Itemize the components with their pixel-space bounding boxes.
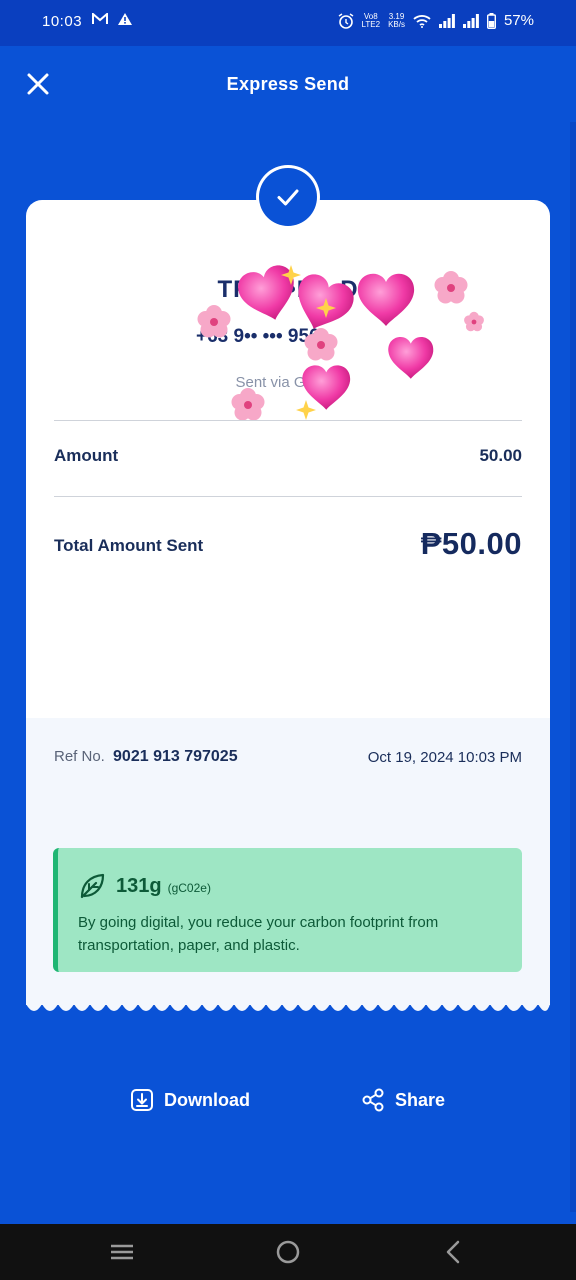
battery-icon [486,12,496,29]
total-label: Total Amount Sent [54,536,204,555]
volte-indicator: Vo8 LTE2 [361,11,381,29]
network-speed: 3.19 KB/s [388,11,405,29]
recent-apps-icon[interactable] [108,1238,136,1266]
download-label: Download [164,1089,250,1110]
signal-icon-1 [438,13,455,28]
app-header: Express Send [0,46,576,122]
divider [54,420,522,421]
share-icon [362,1088,384,1112]
system-nav-bar [0,1224,576,1280]
signal-icon-2 [462,13,479,28]
warning-icon [118,13,132,25]
eco-message: By going digital, you reduce your carbon… [78,914,439,954]
carbon-unit: (gC02e) [167,880,211,895]
amount-label: Amount [54,446,119,465]
receipt-footer: Ref No. 9021 913 797025 Oct 19, 2024 10:… [26,718,550,1005]
heart-flower-stickers [197,261,484,421]
eco-banner: 131g (gC02e) By going digital, you reduce… [53,848,522,972]
download-icon [131,1089,153,1111]
divider [54,496,522,497]
wifi-icon [413,14,431,28]
home-icon[interactable] [274,1238,302,1266]
page-title: Express Send [226,74,350,94]
checkmark-icon [277,189,299,206]
back-icon[interactable] [440,1238,468,1266]
recipient-section: TR•• ••E ••D +63 9•• ••• 956 Sent via GC… [26,240,550,421]
transaction-datetime: Oct 19, 2024 10:03 PM [367,749,522,766]
reference-number: Ref No. 9021 913 797025 [54,748,238,766]
leaf-icon [80,873,105,899]
receipt-torn-edge [26,1004,550,1011]
gmail-icon [92,13,108,24]
share-label: Share [395,1089,446,1110]
status-bar: 10:03 Vo8 LTE2 3.19 KB/s 57% [0,0,576,46]
alarm-icon [338,12,353,29]
ref-label: Ref No. [54,748,105,765]
carbon-saved-value: 131g [116,874,162,897]
status-time: 10:03 [42,13,83,30]
receipt-card: TR•• ••E ••D +63 9•• ••• 956 Sent via GC… [26,200,550,1005]
download-button[interactable]: Download [130,1088,250,1112]
amount-value: 50.00 [479,446,522,465]
total-value: ₱50.00 [420,526,522,561]
ref-value: 9021 913 797025 [113,748,238,765]
battery-percent: 57% [503,12,534,29]
share-button[interactable]: Share [361,1088,445,1112]
success-badge [256,165,320,229]
scrollbar[interactable] [570,122,576,1212]
